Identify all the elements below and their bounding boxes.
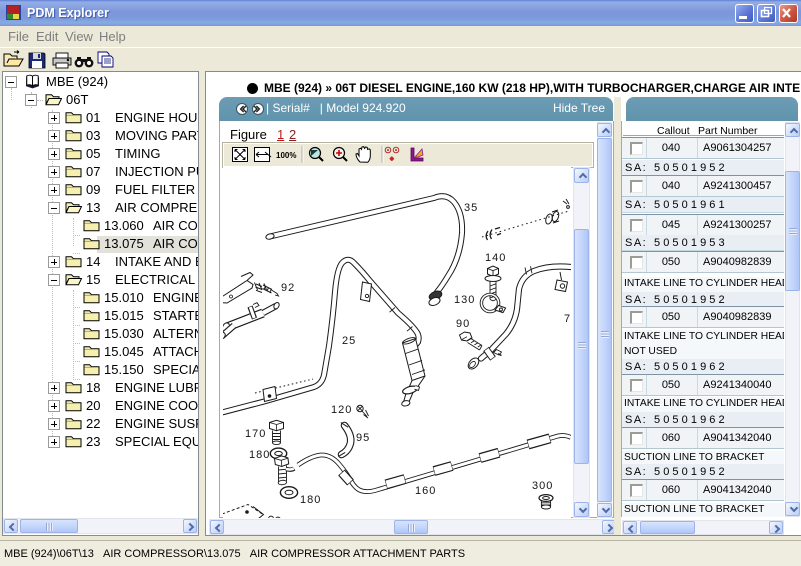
- svg-text:100%: 100%: [276, 151, 296, 160]
